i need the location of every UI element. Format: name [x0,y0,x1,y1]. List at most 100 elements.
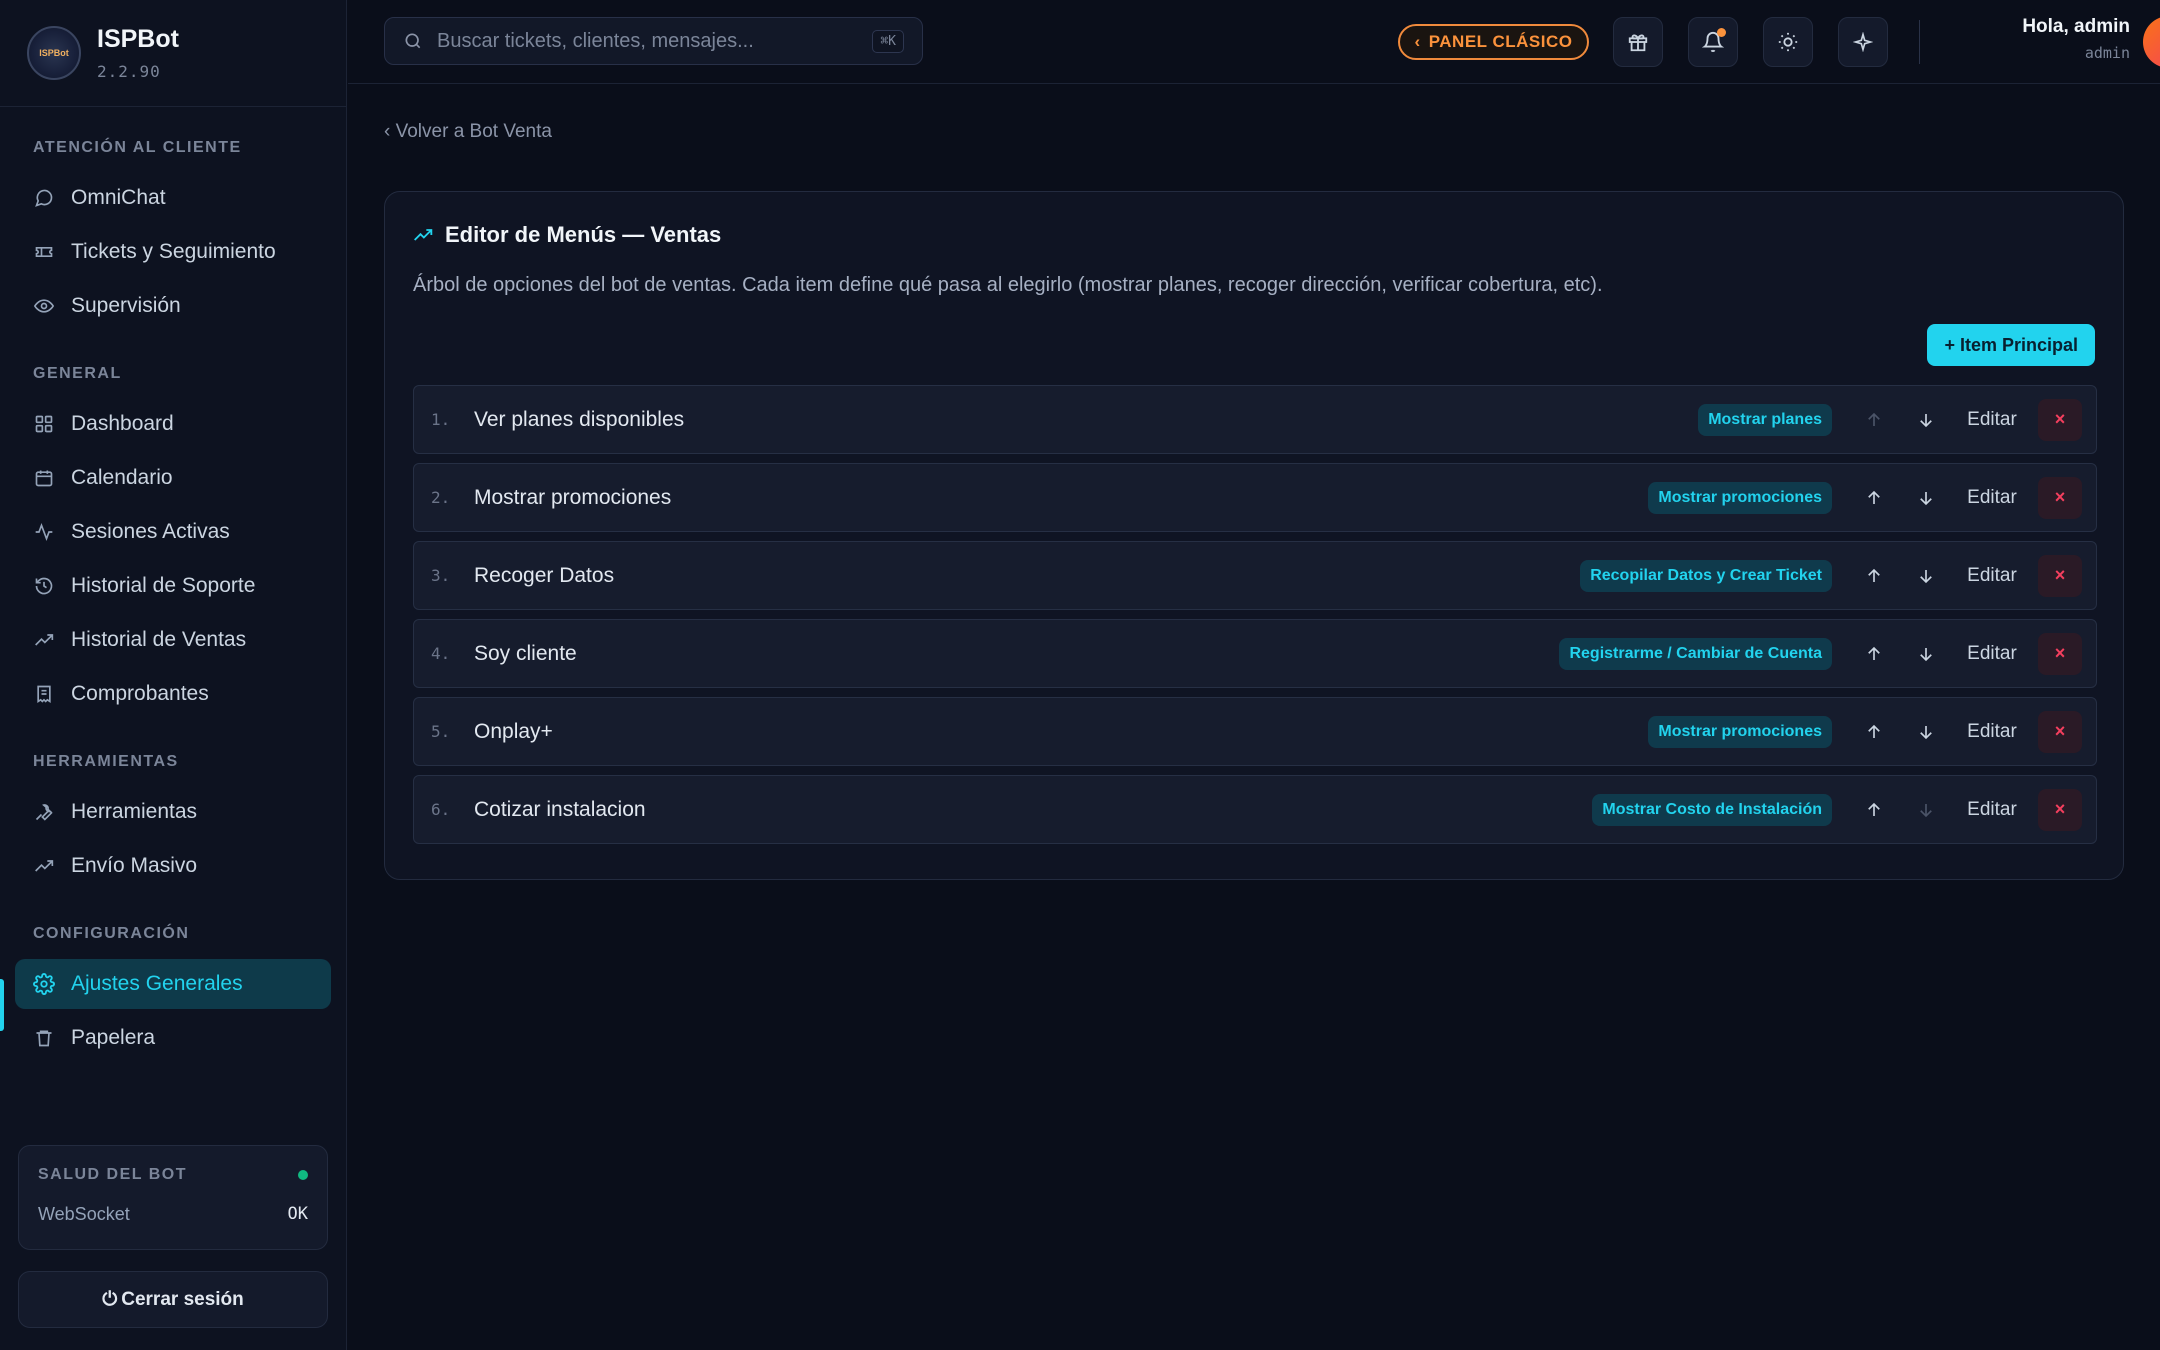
menu-item-action-badge: Registrarme / Cambiar de Cuenta [1559,637,1832,670]
arrow-down-icon [1920,491,1932,505]
notification-dot [1717,28,1726,37]
edit-button[interactable]: Editar [1952,799,2032,821]
activity-icon [33,521,55,543]
move-down-button[interactable] [1900,801,1952,819]
menu-item-number: 4. [431,644,451,663]
menu-item-label: Recoger Datos [474,563,615,587]
edit-button[interactable]: Editar [1952,721,2032,743]
arrow-up-icon [1868,802,1880,816]
panel-clasico-label: PANEL CLÁSICO [1428,32,1573,51]
move-down-button[interactable] [1900,645,1952,663]
delete-button[interactable]: × [2038,788,2082,831]
delete-button[interactable]: × [2038,476,2082,519]
move-up-button[interactable] [1848,645,1900,663]
delete-button[interactable]: × [2038,632,2082,675]
sidebar-item-label: Historial de Ventas [71,628,247,651]
add-main-item-button[interactable]: + Item Principal [1927,324,2095,366]
sidebar-item-tickets[interactable]: Tickets y Seguimiento [15,227,331,277]
sparkle-icon [1853,32,1873,52]
delete-button[interactable]: × [2038,710,2082,753]
theme-toggle-button[interactable] [1763,17,1813,67]
move-up-button[interactable] [1848,801,1900,819]
logout-button[interactable]: ⏻ Cerrar sesión [18,1271,328,1328]
sidebar-item-comprobantes[interactable]: Comprobantes [15,669,331,719]
sidebar-item-label: Ajustes Generales [71,972,243,995]
sidebar-item-omnichat[interactable]: OmniChat [15,173,331,223]
trending-up-icon [413,225,433,245]
user-greeting: Hola, admin [2022,16,2130,37]
menu-item-label: Mostrar promociones [474,485,672,509]
arrow-down-icon [1920,647,1932,661]
arrow-down-icon [1920,725,1932,739]
move-up-button[interactable] [1848,723,1900,741]
menu-items-list: 1. Ver planes disponibles Mostrar planes… [413,385,2097,853]
menu-item-number: 5. [431,722,451,741]
ai-assistant-button[interactable] [1838,17,1888,67]
menu-item-action-badge: Mostrar planes [1698,403,1832,436]
user-info[interactable]: Hola, admin admin [1948,16,2130,62]
menu-item-action-badge: Mostrar Costo de Instalación [1592,793,1832,826]
nav-section-title: CONFIGURACIÓN [33,925,190,942]
sidebar-item-label: Herramientas [71,800,198,823]
app-logo[interactable]: ISPBot [27,26,81,80]
arrow-up-icon [1868,724,1880,738]
page-description: Árbol de opciones del bot de ventas. Cad… [413,274,1603,296]
delete-button[interactable]: × [2038,554,2082,597]
avatar[interactable]: A [2143,16,2160,68]
back-link[interactable]: ‹ Volver a Bot Venta [384,121,552,143]
sidebar-item-label: Tickets y Seguimiento [71,240,276,263]
move-down-button[interactable] [1900,567,1952,585]
notifications-button[interactable] [1688,17,1738,67]
menu-item-number: 2. [431,488,451,507]
menu-item-label: Onplay+ [474,719,553,743]
edit-button[interactable]: Editar [1952,487,2032,509]
edit-button[interactable]: Editar [1952,565,2032,587]
sidebar-item-dashboard[interactable]: Dashboard [15,399,331,449]
calendar-icon [33,467,55,489]
arrow-down-icon [1920,803,1932,817]
move-up-button[interactable] [1848,567,1900,585]
sidebar-item-label: Sesiones Activas [71,520,230,543]
gift-button[interactable] [1613,17,1663,67]
move-down-button[interactable] [1900,411,1952,429]
menu-editor-card: Editor de Menús — Ventas Árbol de opcion… [384,191,2124,880]
menu-item-action-badge: Mostrar promociones [1648,481,1832,514]
sidebar-item-label: Historial de Soporte [71,574,256,597]
menu-item-action-badge: Mostrar promociones [1648,715,1832,748]
sidebar-item-ajustes-generales[interactable]: Ajustes Generales [15,959,331,1009]
active-indicator [0,979,4,1031]
delete-button[interactable]: × [2038,398,2082,441]
arrow-up-icon [1868,568,1880,582]
search-input[interactable]: Buscar tickets, clientes, mensajes... ⌘K [384,17,923,65]
sidebar-item-historial-soporte[interactable]: Historial de Soporte [15,561,331,611]
sidebar-item-label: Comprobantes [71,682,209,705]
trash-icon [33,1027,55,1049]
menu-item-row: 5. Onplay+ Mostrar promociones Editar × [413,697,2097,766]
sidebar-item-historial-ventas[interactable]: Historial de Ventas [15,615,331,665]
edit-button[interactable]: Editar [1952,643,2032,665]
sidebar-item-papelera[interactable]: Papelera [15,1013,331,1063]
sidebar-item-label: OmniChat [71,186,166,209]
menu-item-number: 6. [431,800,451,819]
sidebar-item-calendario[interactable]: Calendario [15,453,331,503]
sidebar-item-envio-masivo[interactable]: Envío Masivo [15,841,331,891]
arrow-down-icon [1920,413,1932,427]
move-up-button[interactable] [1848,489,1900,507]
edit-button[interactable]: Editar [1952,409,2032,431]
sidebar-item-herramientas[interactable]: Herramientas [15,787,331,837]
menu-item-number: 1. [431,410,451,429]
sidebar-item-supervision[interactable]: Supervisión [15,281,331,331]
panel-clasico-button[interactable]: ‹ PANEL CLÁSICO [1398,24,1589,60]
search-shortcut: ⌘K [872,29,904,53]
arrow-up-icon [1868,412,1880,426]
eye-icon [33,295,55,317]
arrow-down-icon [1920,569,1932,583]
health-label: WebSocket [38,1204,130,1224]
sidebar-item-sesiones[interactable]: Sesiones Activas [15,507,331,557]
sidebar: ISPBot ISPBot 2.2.90 ATENCIÓN AL CLIENTE… [0,0,347,1350]
app-name: ISPBot [97,25,179,53]
move-down-button[interactable] [1900,489,1952,507]
move-up-button[interactable] [1848,411,1900,429]
trending-up-icon [33,629,55,651]
move-down-button[interactable] [1900,723,1952,741]
